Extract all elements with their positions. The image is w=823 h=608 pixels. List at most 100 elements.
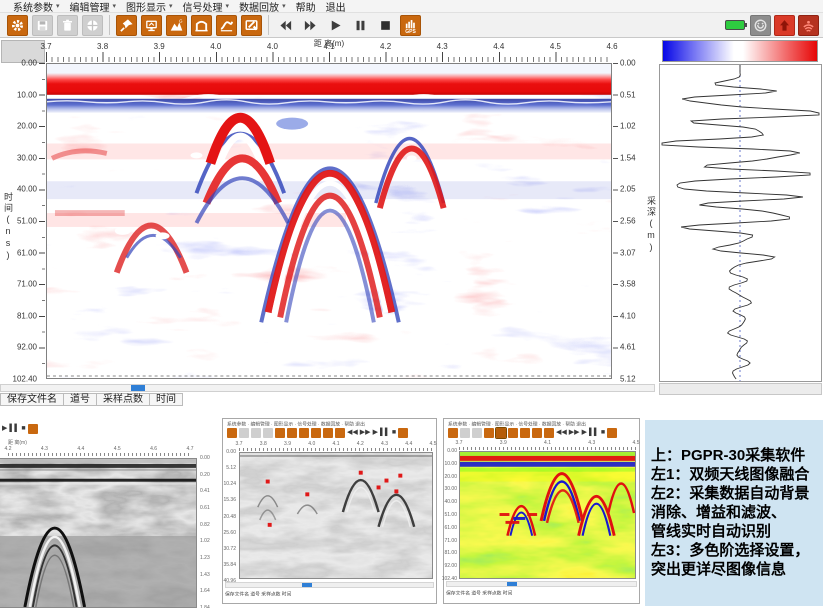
circle-grid-icon[interactable] bbox=[263, 428, 273, 438]
rewind-icon[interactable]: ◀◀ bbox=[347, 428, 358, 438]
gear-icon[interactable] bbox=[448, 428, 458, 438]
status-tab[interactable]: 采样点数 bbox=[97, 393, 150, 406]
delete-button[interactable] bbox=[57, 15, 78, 36]
play-icon[interactable]: ▶ bbox=[2, 424, 7, 434]
gauge-button[interactable] bbox=[750, 15, 771, 36]
curve-icon[interactable] bbox=[532, 428, 542, 438]
play-icon[interactable]: ▶ bbox=[582, 428, 587, 438]
stop-icon[interactable]: ■ bbox=[601, 428, 605, 438]
stop-icon[interactable]: ■ bbox=[21, 424, 25, 434]
y-tick-label: 30.00 bbox=[444, 486, 457, 492]
menu-item-system-params[interactable]: 系统参数▾ bbox=[8, 0, 65, 14]
mini-toolbar: ◀◀▶▶▶▌▌■ bbox=[448, 428, 617, 438]
monitor-icon[interactable] bbox=[496, 428, 506, 438]
scrollbar-thumb[interactable] bbox=[131, 385, 145, 391]
chevron-down-icon: ▾ bbox=[113, 2, 117, 10]
y-tick-label: 0.20 bbox=[200, 472, 210, 478]
filter-icon bbox=[194, 18, 209, 33]
trash-icon[interactable] bbox=[251, 428, 261, 438]
menu-item-data-replay[interactable]: 数据回放▾ bbox=[234, 0, 291, 14]
y-tick-label: 61.00 bbox=[444, 525, 457, 531]
trash-icon[interactable] bbox=[472, 428, 482, 438]
rewind-icon[interactable]: ◀◀ bbox=[556, 428, 567, 438]
status-tab[interactable]: 时间 bbox=[150, 393, 183, 406]
edit-clear-icon[interactable] bbox=[544, 428, 554, 438]
filter-icon[interactable] bbox=[311, 428, 321, 438]
rewind-button[interactable] bbox=[275, 15, 296, 36]
mini-radargram-grayscale[interactable] bbox=[0, 458, 197, 608]
mini-status-bar: 保存文件名 道号 采样点数 时间 bbox=[225, 590, 291, 597]
menu-label: 系统参数 bbox=[13, 0, 53, 14]
menu-item-help[interactable]: 帮助 bbox=[291, 0, 321, 14]
save-icon[interactable] bbox=[460, 428, 470, 438]
window-button[interactable] bbox=[82, 15, 103, 36]
save-icon[interactable] bbox=[239, 428, 249, 438]
filter-icon[interactable] bbox=[520, 428, 530, 438]
antenna-icon bbox=[801, 18, 816, 33]
status-tab[interactable]: 保存文件名 bbox=[0, 393, 64, 406]
mini-radargram-color[interactable] bbox=[459, 451, 636, 579]
mini-radargram-markers[interactable] bbox=[239, 452, 433, 579]
horizontal-scrollbar[interactable] bbox=[0, 384, 655, 392]
menu-item-signal-processing[interactable]: 信号处理▾ bbox=[178, 0, 235, 14]
mini-scrollbar[interactable] bbox=[446, 581, 637, 587]
fast-forward-button[interactable] bbox=[300, 15, 321, 36]
antenna-button[interactable] bbox=[798, 15, 819, 36]
mini-scrollbar[interactable] bbox=[225, 582, 434, 588]
mini-toolbar: ▶ ▌▌ ■ bbox=[2, 424, 38, 434]
pin-icon[interactable] bbox=[275, 428, 285, 438]
save-button[interactable] bbox=[32, 15, 53, 36]
y-tick-label: 2.05 bbox=[620, 185, 636, 194]
mini-scrollbar-thumb[interactable] bbox=[302, 583, 312, 587]
status-tab[interactable]: 道号 bbox=[64, 393, 97, 406]
pause-button[interactable] bbox=[350, 15, 371, 36]
caption-line: 左2：采集数据自动背景 bbox=[651, 484, 819, 503]
play-button[interactable] bbox=[325, 15, 346, 36]
gear-icon[interactable] bbox=[227, 428, 237, 438]
x-axis-ruler bbox=[46, 52, 612, 62]
pin-icon[interactable] bbox=[484, 428, 494, 438]
fast-forward-icon[interactable]: ▶▶ bbox=[360, 428, 371, 438]
gauge-icon bbox=[753, 18, 768, 33]
marker-pin-button[interactable] bbox=[116, 15, 137, 36]
curve-button[interactable] bbox=[216, 15, 237, 36]
gain-button[interactable]: G bbox=[166, 15, 187, 36]
radargram-canvas[interactable] bbox=[46, 63, 612, 379]
fast-forward-icon[interactable]: ▶▶ bbox=[569, 428, 580, 438]
gps-icon[interactable] bbox=[398, 428, 408, 438]
pause-icon[interactable]: ▌▌ bbox=[589, 428, 599, 438]
gain-icon[interactable] bbox=[508, 428, 518, 438]
caption-line: 管线实时自动识别 bbox=[651, 522, 819, 541]
gps-icon[interactable] bbox=[607, 428, 617, 438]
x-tick-label: 3.7 bbox=[456, 440, 463, 446]
pause-icon[interactable]: ▌▌ bbox=[9, 424, 19, 434]
y-tick-label: 30.00 bbox=[17, 153, 37, 162]
filter-button[interactable] bbox=[191, 15, 212, 36]
y-tick-label: 0.51 bbox=[620, 90, 636, 99]
menu-item-edit-manage[interactable]: 编辑管理▾ bbox=[65, 0, 122, 14]
gps-button[interactable]: GPS bbox=[400, 15, 421, 36]
y-tick-label: 15.36 bbox=[223, 497, 236, 503]
curve-icon[interactable] bbox=[323, 428, 333, 438]
upload-button[interactable] bbox=[774, 15, 795, 36]
gain-icon[interactable] bbox=[299, 428, 309, 438]
menu-item-exit[interactable]: 退出 bbox=[321, 0, 351, 14]
trace-view-footer bbox=[659, 383, 822, 395]
x-tick-label: 4.6 bbox=[150, 446, 157, 452]
monitor-icon[interactable] bbox=[287, 428, 297, 438]
mini-scrollbar-thumb[interactable] bbox=[507, 582, 517, 586]
y-tick-label: 25.60 bbox=[223, 530, 236, 536]
menu-item-graph-display[interactable]: 图形显示▾ bbox=[121, 0, 178, 14]
display-button[interactable] bbox=[141, 15, 162, 36]
stop-icon[interactable]: ■ bbox=[392, 428, 396, 438]
menu-label: 数据回放 bbox=[239, 0, 279, 14]
clear-button[interactable] bbox=[241, 15, 262, 36]
circle-grid-icon bbox=[85, 18, 100, 33]
gps-icon[interactable] bbox=[28, 424, 38, 434]
stop-button[interactable] bbox=[375, 15, 396, 36]
edit-clear-icon[interactable] bbox=[335, 428, 345, 438]
play-icon[interactable]: ▶ bbox=[373, 428, 378, 438]
settings-button[interactable] bbox=[7, 15, 28, 36]
pause-icon[interactable]: ▌▌ bbox=[380, 428, 390, 438]
y-tick-label: 5.12 bbox=[620, 375, 636, 384]
